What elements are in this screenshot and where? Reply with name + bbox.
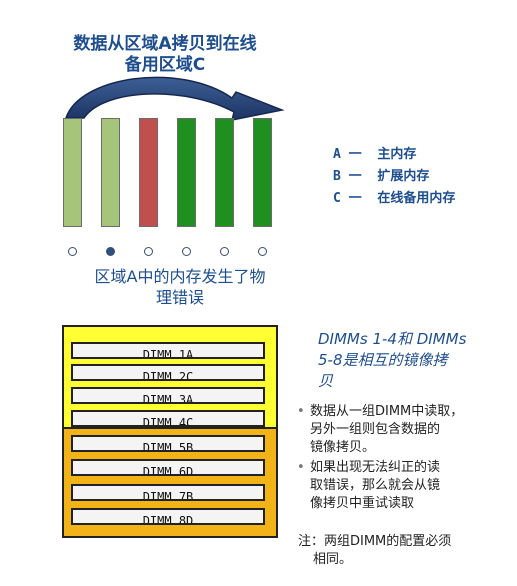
error-caption: 区域A中的内存发生了物 理错误 xyxy=(94,267,266,307)
dimm-7b: DIMM 7B xyxy=(71,484,265,501)
dimm-8d: DIMM 8D xyxy=(71,508,265,525)
dimm-group-2: DIMM 5B DIMM 6D DIMM 7B DIMM 8D xyxy=(62,427,278,538)
memory-bar-error xyxy=(139,118,158,227)
config-note: 注：两组DIMM的配置必须 相同。 xyxy=(298,534,452,567)
slot-dot xyxy=(258,247,267,256)
slot-dot xyxy=(68,247,77,256)
legend-item-a: A 一 主内存 xyxy=(333,147,417,162)
slot-dot xyxy=(144,247,153,256)
memory-bar-b xyxy=(101,118,120,227)
legend-item-c: C 一 在线备用内存 xyxy=(333,191,456,206)
memory-bar-c1 xyxy=(177,118,196,227)
dimm-5b: DIMM 5B xyxy=(71,435,265,452)
bullet-icon: • xyxy=(297,460,305,475)
legend: A 一 主内存 B 一 扩展内存 C 一 在线备用内存 xyxy=(333,144,455,210)
dimm-3a: DIMM 3A xyxy=(71,387,265,404)
bullet-item-retry: • 如果出现无法纠正的读 取错误，那么就会从镜 像拷贝中重试读取 xyxy=(297,460,441,511)
mirror-heading: DIMMs 1-4和 DIMMs 5-8是相互的镜像拷 贝 xyxy=(318,330,467,390)
dimm-1a: DIMM 1A xyxy=(71,342,265,359)
legend-item-b: B 一 扩展内存 xyxy=(333,169,430,184)
copy-title-line1: 数据从区域A拷贝到在线 xyxy=(73,34,257,54)
slot-dot xyxy=(220,247,229,256)
dimm-6d: DIMM 6D xyxy=(71,459,265,476)
bullet-list: • 数据从一组DIMM中读取， 另外一组则包含数据的 镜像拷贝。 • 如果出现无… xyxy=(297,403,502,515)
dimm-2c: DIMM 2C xyxy=(71,364,265,381)
slot-dot-selected xyxy=(106,247,115,256)
dimm-group-1: DIMM 1A DIMM 2C DIMM 3A DIMM 4C xyxy=(62,325,278,431)
dimm-4c: DIMM 4C xyxy=(71,410,265,427)
memory-bar-c2 xyxy=(215,118,234,227)
memory-bar-a xyxy=(63,118,82,227)
memory-bar-c3 xyxy=(253,118,272,227)
slot-dot xyxy=(182,247,191,256)
bullet-item-read: • 数据从一组DIMM中读取， 另外一组则包含数据的 镜像拷贝。 xyxy=(297,404,464,455)
bullet-icon: • xyxy=(297,404,305,419)
